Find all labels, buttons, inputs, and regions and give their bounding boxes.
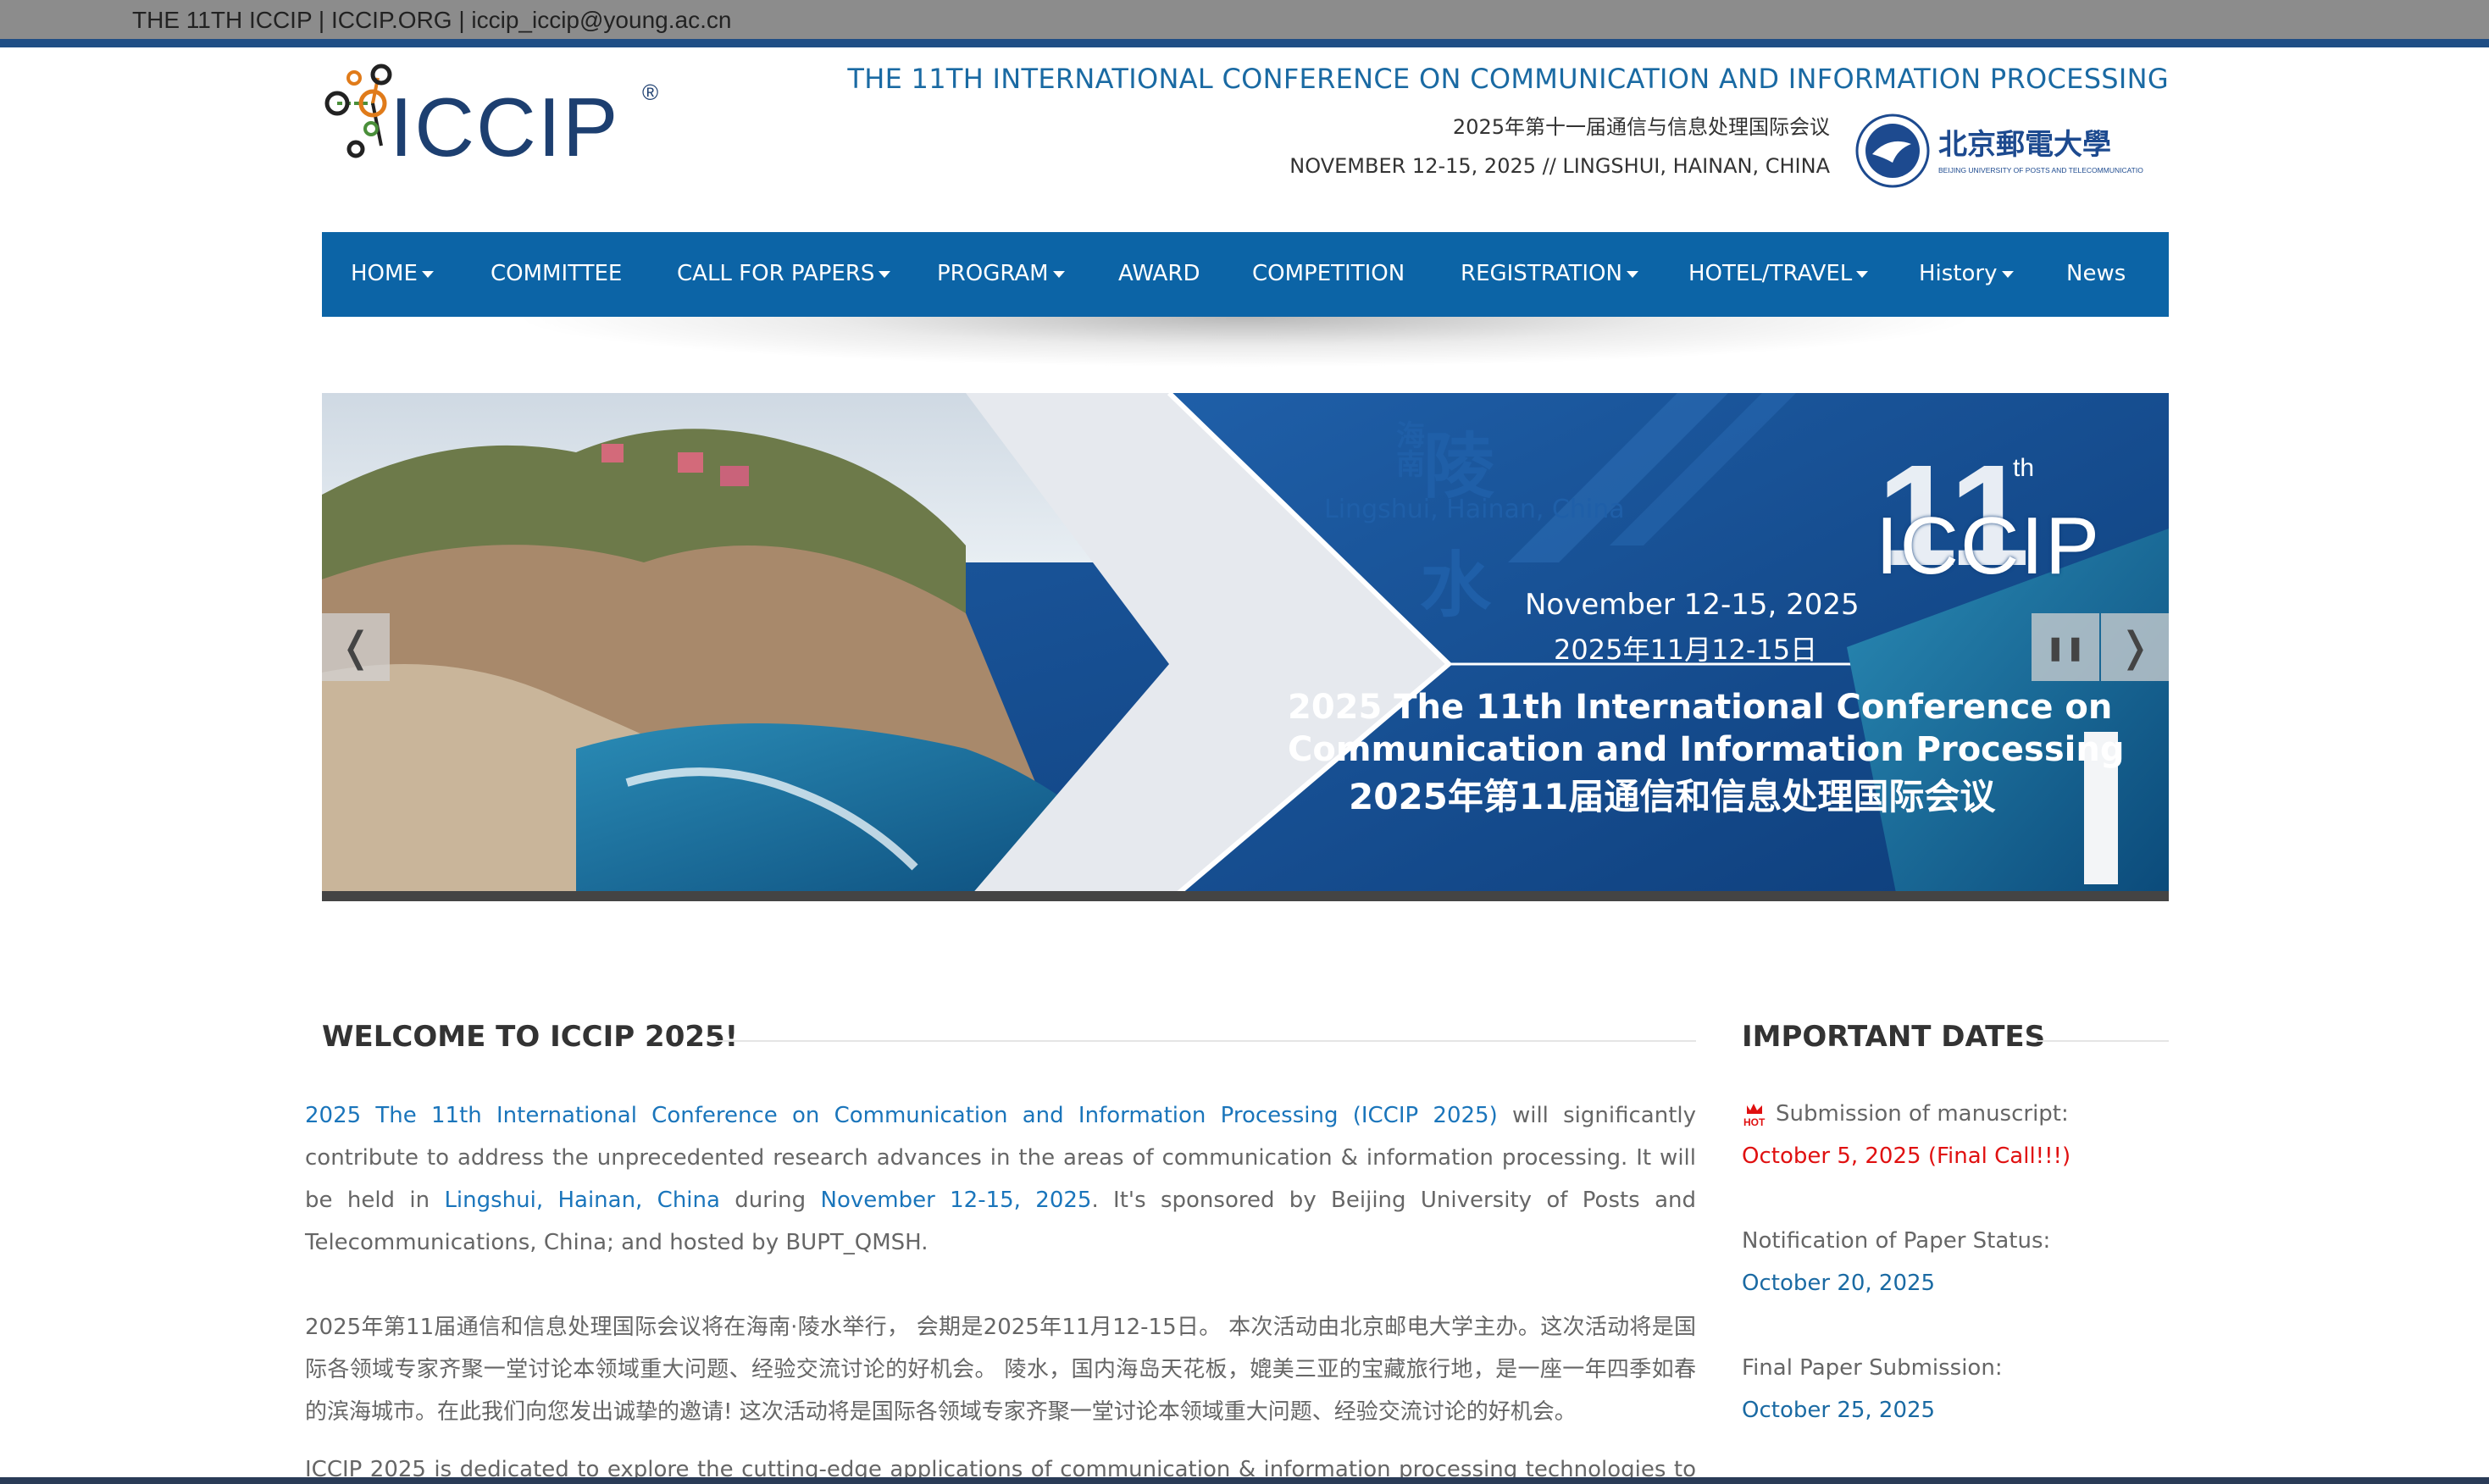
nav-program-label: PROGRAM: [937, 261, 1049, 286]
logo-text: ICCIP: [390, 80, 619, 163]
nav-competition-label: COMPETITION: [1252, 261, 1405, 286]
conference-title-cn: 2025年第十一届通信与信息处理国际会议: [1452, 115, 1830, 139]
submission-label: Submission of manuscript:: [1776, 1101, 2069, 1127]
slide-dates-cn: 2025年11月12-15日: [1554, 634, 1818, 666]
slider-progress-bar: [322, 891, 2169, 901]
slide-badge-logo: ICCIP: [1876, 501, 2102, 591]
nav-history[interactable]: History: [1919, 261, 2014, 286]
date-label-final: Final Paper Submission:: [1742, 1355, 2003, 1381]
chevron-down-icon: [2001, 270, 2014, 278]
bupt-logo[interactable]: 北京郵電大學 BEIJING UNIVERSITY OF POSTS AND T…: [1855, 110, 2143, 191]
nav-registration[interactable]: REGISTRATION: [1461, 261, 1638, 286]
dates-rule: [2037, 1040, 2169, 1042]
welcome-text-2: during: [719, 1188, 821, 1213]
date-value-submission: October 5, 2025 (Final Call!!!): [1742, 1143, 2071, 1169]
nav-committee[interactable]: COMMITTEE: [491, 261, 622, 286]
chevron-down-icon: [1626, 270, 1638, 278]
slide-conf-line-1: 2025 The 11th International Conference o…: [1288, 688, 2113, 727]
nav-history-label: History: [1919, 261, 1998, 286]
nav-cfp-label: CALL FOR PAPERS: [677, 261, 875, 286]
slide-place-cn-2: 水: [1420, 544, 1492, 627]
slider-next-button[interactable]: ❭: [2101, 613, 2169, 681]
top-info-bar: THE 11TH ICCIP | ICCIP.ORG | iccip_iccip…: [0, 0, 2489, 41]
bottom-divider: [0, 1477, 2489, 1484]
bupt-name-cn: 北京郵電大學: [1938, 128, 2111, 162]
welcome-rule: [717, 1040, 1696, 1042]
chevron-down-icon: [421, 270, 434, 278]
nav-news[interactable]: News: [2066, 261, 2126, 286]
location-link[interactable]: Lingshui, Hainan, China: [444, 1188, 720, 1213]
hot-icon: HOT: [1743, 1103, 1766, 1127]
nav-award-label: AWARD: [1118, 261, 1200, 286]
nav-competition[interactable]: COMPETITION: [1252, 261, 1405, 286]
welcome-paragraph-2: 2025年第11届通信和信息处理国际会议将在海南·陵水举行， 会期是2025年1…: [305, 1315, 1696, 1425]
top-divider: [0, 39, 2489, 47]
conference-link[interactable]: 2025 The 11th International Conference o…: [305, 1103, 1498, 1128]
welcome-paragraph-1: 2025 The 11th International Conference o…: [305, 1094, 1696, 1264]
conference-title: THE 11TH INTERNATIONAL CONFERENCE ON COM…: [847, 63, 2169, 95]
date-link[interactable]: November 12-15, 2025: [821, 1188, 1092, 1213]
slide-badge-sup: th: [2013, 454, 2035, 482]
nav-news-label: News: [2066, 261, 2126, 286]
date-label-notification: Notification of Paper Status:: [1742, 1228, 2051, 1254]
top-info-text: THE 11TH ICCIP | ICCIP.ORG | iccip_iccip…: [132, 7, 732, 33]
nav-call-for-papers[interactable]: CALL FOR PAPERS: [677, 261, 891, 286]
nav-hotel-travel[interactable]: HOTEL/TRAVEL: [1688, 261, 1869, 286]
nav-home[interactable]: HOME: [351, 261, 434, 286]
nav-hotel-label: HOTEL/TRAVEL: [1688, 261, 1853, 286]
important-dates-title: IMPORTANT DATES: [1742, 1020, 2046, 1054]
slide-conf-line-2: Communication and Information Processing: [1288, 730, 2125, 769]
main-nav: HOME COMMITTEE CALL FOR PAPERS PROGRAM A…: [322, 232, 2169, 317]
hot-icon-label: HOT: [1743, 1116, 1766, 1127]
svg-text:®: ®: [642, 80, 658, 105]
iccip-logo[interactable]: ICCIP ®: [322, 61, 661, 163]
hero-slider[interactable]: 海南 陵 Lingshui, Hainan, China 水 November …: [322, 393, 2169, 901]
nav-shadow: [508, 317, 1982, 368]
slider-prev-button[interactable]: ❬: [322, 613, 390, 681]
chevron-down-icon: [879, 270, 891, 278]
conference-date-location: NOVEMBER 12-15, 2025 // LINGSHUI, HAINAN…: [1289, 154, 1830, 178]
slider-pause-button[interactable]: ❚❚: [2032, 613, 2099, 681]
nav-program[interactable]: PROGRAM: [937, 261, 1065, 286]
nav-committee-label: COMMITTEE: [491, 261, 623, 286]
pause-icon: ❚❚: [2045, 634, 2086, 661]
welcome-title: WELCOME TO ICCIP 2025!: [322, 1020, 739, 1054]
chevron-left-icon: ❬: [338, 625, 374, 670]
nav-registration-label: REGISTRATION: [1461, 261, 1622, 286]
date-value-final: October 25, 2025: [1742, 1398, 1936, 1423]
slide-conf-line-3: 2025年第11届通信和信息处理国际会议: [1349, 776, 1996, 817]
slide-dates-en: November 12-15, 2025: [1525, 588, 1860, 622]
chevron-down-icon: [1856, 270, 1869, 278]
nav-home-label: HOME: [351, 261, 418, 286]
date-value-notification: October 20, 2025: [1742, 1271, 1936, 1296]
slide-conference-text: 2025 The 11th International Conference o…: [1271, 686, 2169, 818]
chevron-right-icon: ❭: [2117, 625, 2153, 670]
chevron-down-icon: [1052, 270, 1065, 278]
date-label-submission: HOT Submission of manuscript:: [1742, 1101, 2069, 1127]
nav-award[interactable]: AWARD: [1118, 261, 1200, 286]
bupt-name-en: BEIJING UNIVERSITY OF POSTS AND TELECOMM…: [1938, 166, 2143, 174]
slide-place-en: Lingshui, Hainan, China: [1324, 495, 1625, 524]
